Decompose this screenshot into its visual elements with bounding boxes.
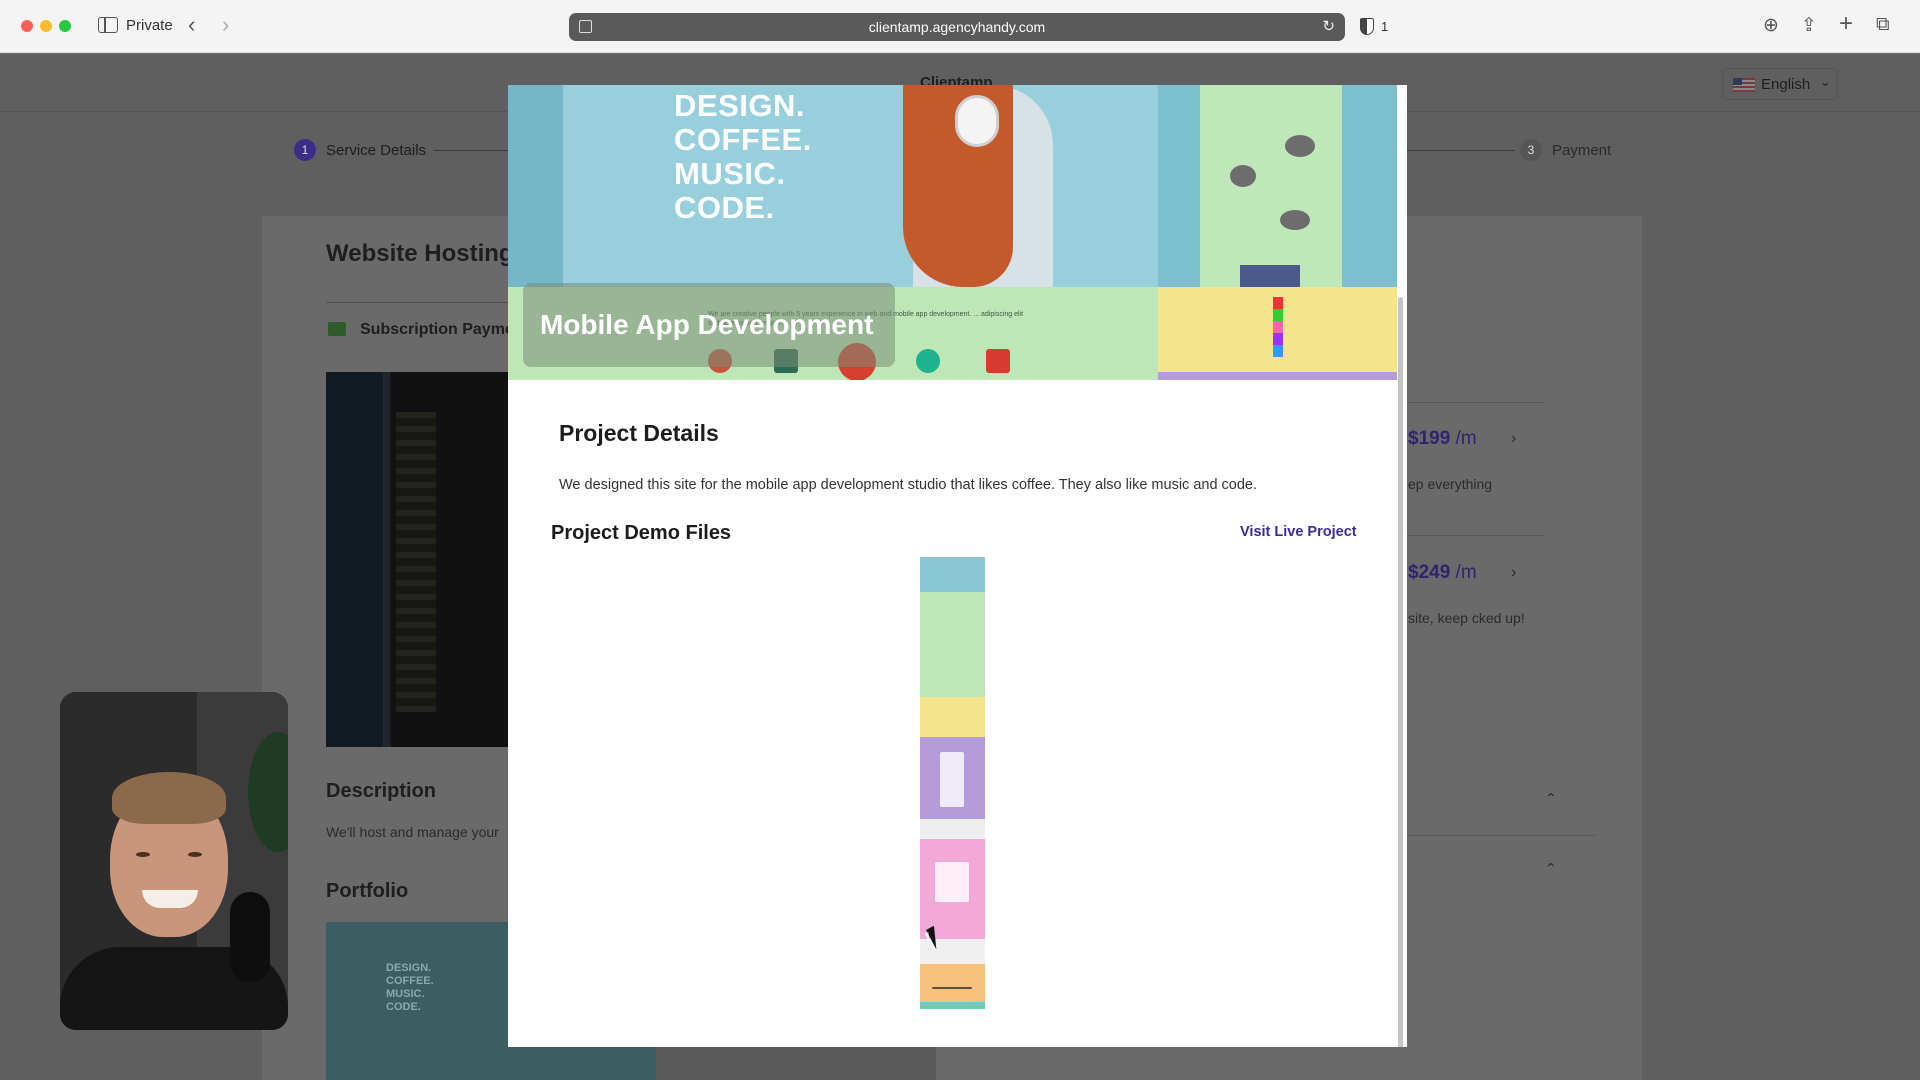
chat-icon (986, 349, 1010, 373)
share-icon[interactable]: ⇪ (1801, 14, 1817, 37)
project-title: Mobile App Development (540, 309, 874, 340)
demo-segment (920, 964, 985, 1002)
demo-mark (935, 862, 969, 902)
chevron-down-icon: ⌄ (1820, 74, 1831, 89)
service-image (326, 372, 516, 747)
plan-divider (1405, 535, 1545, 536)
plan-price-amount: $249 (1408, 562, 1451, 583)
new-tab-icon[interactable]: + (1839, 10, 1853, 38)
private-label: Private (126, 17, 173, 34)
project-modal: DESIGN. COFFEE. MUSIC. CODE. We are crea… (508, 85, 1407, 1047)
us-flag-icon (1733, 78, 1755, 92)
shield-count: 1 (1381, 19, 1389, 34)
chevron-right-icon[interactable]: › (1511, 564, 1516, 582)
step-1-indicator: 1 (294, 139, 316, 161)
step-connector (1405, 150, 1515, 151)
shield-icon[interactable] (1360, 18, 1374, 35)
preview-image (1285, 135, 1315, 157)
hero-side-yellow (1158, 287, 1397, 372)
demo-segment (920, 697, 985, 737)
plan-description: ep everything (1408, 476, 1493, 492)
plan-price-period: /m (1450, 562, 1477, 583)
step-connector (434, 150, 514, 151)
hero-tagline-line: COFFEE. (674, 122, 812, 157)
portfolio-thumb-text: DESIGN. COFFEE. MUSIC. CODE. (386, 962, 434, 1013)
hero-side-purple (1158, 372, 1397, 380)
step-payment[interactable]: Payment (1552, 142, 1611, 159)
check-icon (916, 349, 940, 373)
preview-image (1230, 165, 1256, 187)
subscription-label: Subscription Payme (360, 321, 514, 338)
webcam-person-eye (188, 852, 202, 857)
plan-price-period: /m (1450, 428, 1477, 449)
description-text: We'll host and manage your (326, 824, 499, 840)
demo-segment (920, 1002, 985, 1009)
service-title: Website Hosting (326, 240, 514, 267)
preview-block (1273, 297, 1283, 357)
demo-segment (920, 557, 985, 592)
project-hero-image: DESIGN. COFFEE. MUSIC. CODE. We are crea… (508, 85, 1397, 380)
plan-divider (1405, 402, 1545, 403)
reload-icon[interactable]: ↻ (1322, 17, 1335, 35)
project-details-heading: Project Details (559, 420, 719, 446)
webcam-person-eye (136, 852, 150, 857)
chevron-up-icon[interactable]: ⌃ (1545, 790, 1557, 807)
plan-price[interactable]: $249 /m (1408, 562, 1477, 584)
download-icon[interactable]: ⊕ (1763, 14, 1779, 37)
description-heading: Description (326, 780, 437, 802)
demo-segment (920, 939, 985, 964)
sidebar-icon[interactable] (98, 17, 118, 33)
plan-price-amount: $199 (1408, 428, 1451, 449)
plan-description: site, keep cked up! (1408, 610, 1525, 626)
step-service-details[interactable]: Service Details (326, 142, 426, 159)
webcam-overlay (60, 692, 288, 1030)
preview-image (1280, 210, 1310, 230)
chevron-right-icon[interactable]: › (1511, 430, 1516, 448)
hero-tagline-line: MUSIC. (674, 156, 786, 191)
close-window-button[interactable] (21, 20, 33, 32)
url-text: clientamp.agencyhandy.com (868, 19, 1046, 35)
demo-segment (920, 592, 985, 697)
project-details-text: We designed this site for the mobile app… (559, 477, 1258, 493)
subscription-icon (328, 322, 346, 336)
forward-icon[interactable]: › (222, 12, 229, 38)
step-3-indicator: 3 (1520, 139, 1542, 161)
portfolio-heading: Portfolio (326, 880, 409, 902)
demo-mark (932, 987, 972, 989)
preview-block (1240, 265, 1300, 287)
microphone (230, 892, 270, 982)
visit-live-project-link[interactable]: Visit Live Project (1240, 524, 1357, 540)
divider (326, 302, 516, 303)
hero-tagline-line: DESIGN. (674, 88, 805, 123)
back-icon[interactable]: ‹ (188, 12, 195, 38)
webcam-person-hair (112, 772, 226, 824)
language-label: English (1761, 76, 1811, 93)
language-selector[interactable]: English ⌄ (1722, 68, 1838, 100)
browser-toolbar: Private ‹ › clientamp.agencyhandy.com ↻ … (0, 0, 1920, 53)
demo-mark (940, 752, 964, 807)
tabs-overview-icon[interactable]: ⧉ (1876, 14, 1890, 36)
demo-segment (920, 819, 985, 839)
hero-banner (508, 85, 1158, 287)
accordion-divider (1405, 835, 1595, 836)
address-bar[interactable]: clientamp.agencyhandy.com ↻ (569, 13, 1345, 41)
chevron-up-icon[interactable]: ⌃ (1545, 860, 1557, 877)
hero-tagline: DESIGN. COFFEE. MUSIC. CODE. (674, 89, 812, 225)
plan-price[interactable]: $199 /m (1408, 428, 1477, 450)
demo-files-heading: Project Demo Files (551, 522, 732, 544)
modal-scrollbar[interactable] (1398, 297, 1403, 1047)
minimize-window-button[interactable] (40, 20, 52, 32)
zoom-window-button[interactable] (59, 20, 71, 32)
hero-tagline-line: CODE. (674, 190, 775, 225)
headphone-icon (955, 95, 999, 147)
